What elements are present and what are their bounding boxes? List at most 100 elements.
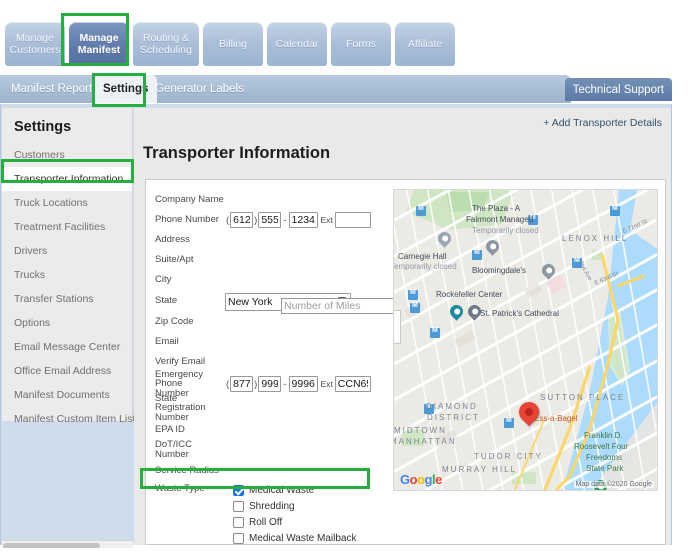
label-phone-number: Phone Number bbox=[155, 214, 219, 225]
checkbox-row-medical-waste[interactable]: Medical Waste bbox=[233, 484, 356, 497]
field-row-dot-icc-number: DoT/ICC Number bbox=[147, 298, 405, 460]
tab-manage-customers-line2: Customers bbox=[9, 44, 61, 56]
field-row-service-radius: Service Radius bbox=[147, 298, 405, 482]
tab-affiliate[interactable]: Affiliate bbox=[395, 22, 455, 66]
google-logo: Google bbox=[400, 472, 442, 487]
tab-routing-scheduling[interactable]: Routing & Scheduling bbox=[133, 22, 199, 66]
checkbox-shredding[interactable] bbox=[233, 501, 244, 512]
emergency-phone-open-paren: ( bbox=[226, 378, 230, 390]
tab-routing-scheduling-line2: Scheduling bbox=[140, 44, 192, 56]
phone-ext-input[interactable] bbox=[334, 212, 371, 228]
transit-marker-icon bbox=[416, 205, 426, 216]
transit-marker-icon bbox=[528, 214, 538, 225]
emergency-phone-dash: - bbox=[283, 378, 287, 390]
sidebar-item-truck-locations[interactable]: Truck Locations bbox=[2, 191, 132, 215]
tab-manage-customers-line1: Manage bbox=[16, 32, 54, 44]
sidebar-item-transfer-stations[interactable]: Transfer Stations bbox=[2, 287, 132, 311]
label-dot-icc-number: DoT/ICC Number bbox=[155, 439, 192, 460]
field-row-epa-id: EPA ID bbox=[147, 298, 405, 440]
google-logo-letter: e bbox=[435, 472, 442, 487]
tab-calendar-label: Calendar bbox=[275, 38, 319, 50]
settings-sidebar: Settings Customers Transporter Informati… bbox=[2, 108, 135, 425]
phone-area-code-input[interactable] bbox=[230, 212, 254, 228]
label-suite-apt: Suite/Apt bbox=[155, 254, 194, 265]
label-city: City bbox=[155, 274, 172, 285]
label-state-registration: State Registration Number bbox=[147, 394, 225, 423]
transit-marker-icon bbox=[424, 403, 434, 414]
tab-calendar[interactable]: Calendar bbox=[267, 22, 327, 66]
phone-dash: - bbox=[283, 214, 287, 226]
label-phone-ext: Ext bbox=[320, 215, 333, 225]
emergency-phone-prefix-input[interactable] bbox=[258, 376, 282, 392]
sidebar-item-email-message-center[interactable]: Email Message Center bbox=[2, 335, 132, 359]
sidebar-item-treatment-facilities[interactable]: Treatment Facilities bbox=[2, 215, 132, 239]
checkbox-medical-waste-mailback[interactable] bbox=[233, 533, 244, 544]
field-row-waste-type: Waste Type Medical Waste Shredding Roll … bbox=[147, 484, 381, 551]
sidebar-item-office-email-address[interactable]: Office Email Address bbox=[2, 359, 132, 383]
label-email: Email bbox=[155, 336, 179, 347]
label-state-registration-line2: Number bbox=[155, 411, 189, 423]
phone-prefix-input[interactable] bbox=[258, 212, 282, 228]
tab-billing-label: Billing bbox=[218, 38, 247, 50]
transit-marker-icon bbox=[572, 257, 582, 268]
tab-manage-manifest[interactable]: Manage Manifest bbox=[69, 22, 129, 66]
map-base-graphics bbox=[394, 190, 657, 490]
form-fields-column: Company Name Phone Number ( ) - Ext Addr… bbox=[147, 190, 405, 551]
tab-manage-manifest-line2: Manifest bbox=[77, 44, 121, 56]
label-address: Address bbox=[155, 234, 190, 245]
waste-type-checkbox-group: Medical Waste Shredding Roll Off Medical… bbox=[233, 484, 356, 551]
tab-manage-customers[interactable]: Manage Customers bbox=[5, 22, 65, 66]
emergency-phone-line-input[interactable] bbox=[288, 376, 318, 392]
emergency-phone-area-code-input[interactable] bbox=[230, 376, 254, 392]
field-row-email: Email bbox=[147, 298, 405, 352]
sidebar-item-trucks[interactable]: Trucks bbox=[2, 263, 132, 287]
transit-marker-icon bbox=[430, 327, 440, 338]
transit-marker-icon bbox=[610, 205, 620, 216]
label-waste-type: Waste Type bbox=[155, 483, 205, 494]
field-row-company-name: Company Name bbox=[147, 190, 405, 314]
service-radius-input[interactable] bbox=[281, 298, 405, 314]
checkbox-label-medical-waste: Medical Waste bbox=[249, 485, 315, 496]
checkbox-row-medical-waste-mailback[interactable]: Medical Waste Mailback bbox=[233, 532, 356, 545]
sidebar-item-manifest-custom-item-list[interactable]: Manifest Custom Item List bbox=[2, 407, 135, 431]
tab-manifest-reports[interactable]: Manifest Reports bbox=[2, 75, 107, 103]
label-zip-code: Zip Code bbox=[155, 316, 194, 327]
phone-line-input[interactable] bbox=[288, 212, 318, 228]
google-logo-letter: o bbox=[409, 472, 418, 487]
field-row-emergency-phone: Emergency Phone Number ( ) - Ext bbox=[147, 368, 381, 398]
sidebar-item-drivers[interactable]: Drivers bbox=[2, 239, 132, 263]
transporter-information-form: Company Name Phone Number ( ) - Ext Addr… bbox=[145, 179, 666, 551]
google-logo-letter: o bbox=[417, 472, 425, 487]
map-zoom-controls[interactable] bbox=[394, 310, 401, 344]
location-map[interactable]: LENOX HILL SUTTON PLACE DIAMOND DISTRICT… bbox=[393, 189, 658, 491]
sidebar-item-transporter-information[interactable]: Transporter Information bbox=[2, 167, 132, 191]
page-title: Transporter Information bbox=[143, 144, 331, 162]
label-emergency-phone-line1: Emergency Phone bbox=[155, 368, 204, 390]
checkbox-medical-waste[interactable] bbox=[233, 485, 244, 496]
tab-generator-labels[interactable]: Generator Labels bbox=[146, 75, 253, 103]
tab-forms[interactable]: Forms bbox=[331, 22, 391, 66]
checkbox-row-roll-off[interactable]: Roll Off bbox=[233, 516, 356, 529]
sidebar-item-manifest-documents[interactable]: Manifest Documents bbox=[2, 383, 132, 407]
sidebar-item-options[interactable]: Options bbox=[2, 311, 132, 335]
sidebar-title: Settings bbox=[14, 119, 72, 135]
sidebar-item-customers[interactable]: Customers bbox=[2, 143, 132, 167]
add-transporter-details-link[interactable]: + Add Transporter Details bbox=[543, 117, 662, 129]
phone-open-paren: ( bbox=[226, 214, 230, 226]
field-row-state-registration: State Registration Number bbox=[147, 298, 405, 423]
map-attribution: Map data ©2020 Google bbox=[573, 481, 654, 488]
checkbox-row-shredding[interactable]: Shredding bbox=[233, 500, 356, 513]
checkbox-roll-off[interactable] bbox=[233, 517, 244, 528]
emergency-phone-ext-input[interactable] bbox=[334, 376, 371, 392]
transit-marker-icon bbox=[472, 249, 482, 260]
page-right-gutter bbox=[672, 104, 688, 545]
google-logo-letter: G bbox=[400, 472, 410, 487]
tab-affiliate-label: Affiliate bbox=[407, 38, 443, 50]
phone-close-paren: ) bbox=[254, 214, 258, 226]
label-service-radius: Service Radius bbox=[155, 465, 219, 476]
technical-support-button[interactable]: Technical Support bbox=[564, 78, 672, 101]
field-row-phone-number: Phone Number ( ) - Ext bbox=[147, 210, 381, 230]
transit-marker-icon bbox=[410, 302, 420, 313]
tab-billing[interactable]: Billing bbox=[203, 22, 263, 66]
transit-marker-icon bbox=[504, 417, 514, 428]
